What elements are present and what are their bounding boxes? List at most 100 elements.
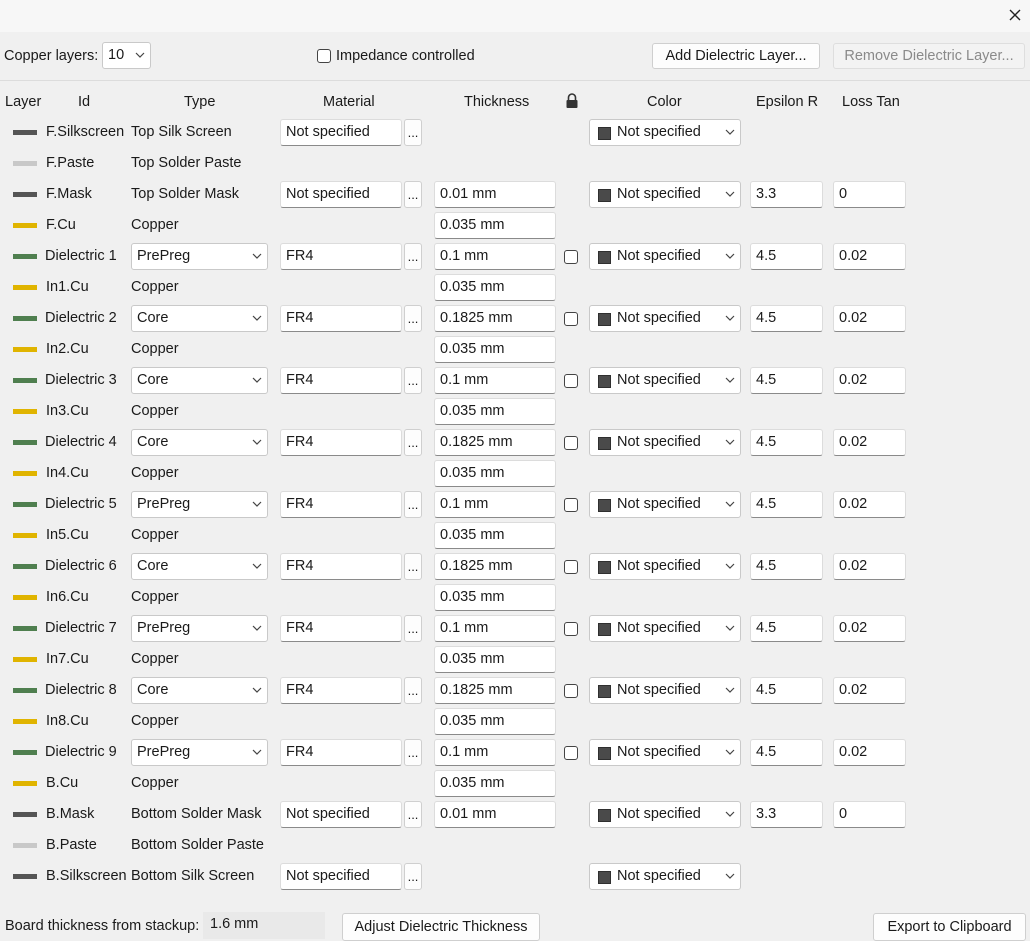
epsilon-r-field[interactable]: 3.3 [750, 801, 823, 828]
material-browse-button[interactable]: ... [404, 367, 422, 394]
epsilon-r-field[interactable]: 4.5 [750, 491, 823, 518]
color-select[interactable]: Not specified [589, 677, 741, 704]
thickness-field[interactable]: 0.035 mm [434, 274, 556, 301]
color-select[interactable]: Not specified [589, 801, 741, 828]
thickness-lock-checkbox[interactable] [564, 374, 578, 388]
thickness-field[interactable]: 0.035 mm [434, 646, 556, 673]
layer-type-select[interactable]: Core [131, 429, 268, 456]
loss-tan-field[interactable]: 0.02 [833, 305, 906, 332]
loss-tan-field[interactable]: 0 [833, 801, 906, 828]
material-browse-button[interactable]: ... [404, 429, 422, 456]
thickness-field[interactable]: 0.035 mm [434, 770, 556, 797]
material-browse-button[interactable]: ... [404, 615, 422, 642]
epsilon-r-field[interactable]: 4.5 [750, 553, 823, 580]
material-browse-button[interactable]: ... [404, 739, 422, 766]
epsilon-r-field[interactable]: 3.3 [750, 181, 823, 208]
epsilon-r-field[interactable]: 4.5 [750, 305, 823, 332]
material-browse-button[interactable]: ... [404, 305, 422, 332]
color-select[interactable]: Not specified [589, 553, 741, 580]
thickness-field[interactable]: 0.035 mm [434, 398, 556, 425]
material-field[interactable]: Not specified [280, 119, 402, 146]
thickness-field[interactable]: 0.1 mm [434, 739, 556, 766]
layer-type-select[interactable]: Core [131, 305, 268, 332]
color-select[interactable]: Not specified [589, 367, 741, 394]
color-select[interactable]: Not specified [589, 119, 741, 146]
material-field[interactable]: Not specified [280, 863, 402, 890]
material-field[interactable]: FR4 [280, 367, 402, 394]
loss-tan-field[interactable]: 0.02 [833, 553, 906, 580]
material-browse-button[interactable]: ... [404, 677, 422, 704]
epsilon-r-field[interactable]: 4.5 [750, 243, 823, 270]
material-field[interactable]: FR4 [280, 677, 402, 704]
epsilon-r-field[interactable]: 4.5 [750, 739, 823, 766]
loss-tan-field[interactable]: 0.02 [833, 677, 906, 704]
material-field[interactable]: FR4 [280, 305, 402, 332]
material-field[interactable]: FR4 [280, 429, 402, 456]
layer-type-select[interactable]: Core [131, 677, 268, 704]
layer-type-select[interactable]: PrePreg [131, 739, 268, 766]
thickness-field[interactable]: 0.1825 mm [434, 677, 556, 704]
loss-tan-field[interactable]: 0.02 [833, 615, 906, 642]
material-field[interactable]: FR4 [280, 243, 402, 270]
thickness-field[interactable]: 0.035 mm [434, 460, 556, 487]
material-browse-button[interactable]: ... [404, 491, 422, 518]
layer-type-select[interactable]: PrePreg [131, 243, 268, 270]
material-field[interactable]: FR4 [280, 491, 402, 518]
loss-tan-field[interactable]: 0.02 [833, 367, 906, 394]
epsilon-r-field[interactable]: 4.5 [750, 429, 823, 456]
layer-type-select[interactable]: Core [131, 367, 268, 394]
material-field[interactable]: FR4 [280, 553, 402, 580]
loss-tan-field[interactable]: 0.02 [833, 243, 906, 270]
thickness-field[interactable]: 0.035 mm [434, 522, 556, 549]
layer-type-select[interactable]: PrePreg [131, 491, 268, 518]
thickness-field[interactable]: 0.1 mm [434, 243, 556, 270]
color-select[interactable]: Not specified [589, 615, 741, 642]
layer-type-select[interactable]: PrePreg [131, 615, 268, 642]
loss-tan-field[interactable]: 0 [833, 181, 906, 208]
color-select[interactable]: Not specified [589, 305, 741, 332]
thickness-lock-checkbox[interactable] [564, 746, 578, 760]
add-dielectric-layer-button[interactable]: Add Dielectric Layer... [652, 43, 820, 69]
thickness-field[interactable]: 0.035 mm [434, 708, 556, 735]
thickness-field[interactable]: 0.035 mm [434, 212, 556, 239]
material-browse-button[interactable]: ... [404, 243, 422, 270]
epsilon-r-field[interactable]: 4.5 [750, 677, 823, 704]
color-select[interactable]: Not specified [589, 739, 741, 766]
material-field[interactable]: Not specified [280, 801, 402, 828]
material-browse-button[interactable]: ... [404, 119, 422, 146]
color-select[interactable]: Not specified [589, 491, 741, 518]
thickness-lock-checkbox[interactable] [564, 436, 578, 450]
thickness-lock-checkbox[interactable] [564, 498, 578, 512]
epsilon-r-field[interactable]: 4.5 [750, 615, 823, 642]
color-select[interactable]: Not specified [589, 243, 741, 270]
thickness-lock-checkbox[interactable] [564, 312, 578, 326]
material-browse-button[interactable]: ... [404, 553, 422, 580]
thickness-field[interactable]: 0.035 mm [434, 584, 556, 611]
copper-layers-select[interactable]: 10 [102, 42, 151, 69]
color-select[interactable]: Not specified [589, 181, 741, 208]
loss-tan-field[interactable]: 0.02 [833, 429, 906, 456]
material-field[interactable]: FR4 [280, 739, 402, 766]
epsilon-r-field[interactable]: 4.5 [750, 367, 823, 394]
thickness-field[interactable]: 0.1 mm [434, 367, 556, 394]
loss-tan-field[interactable]: 0.02 [833, 491, 906, 518]
thickness-field[interactable]: 0.1 mm [434, 491, 556, 518]
thickness-lock-checkbox[interactable] [564, 622, 578, 636]
remove-dielectric-layer-button[interactable]: Remove Dielectric Layer... [833, 43, 1025, 69]
impedance-controlled-checkbox[interactable] [317, 49, 331, 63]
thickness-field[interactable]: 0.1825 mm [434, 429, 556, 456]
color-select[interactable]: Not specified [589, 863, 741, 890]
thickness-field[interactable]: 0.01 mm [434, 181, 556, 208]
color-select[interactable]: Not specified [589, 429, 741, 456]
close-icon[interactable] [1003, 3, 1027, 27]
thickness-field[interactable]: 0.01 mm [434, 801, 556, 828]
thickness-field[interactable]: 0.1 mm [434, 615, 556, 642]
material-field[interactable]: FR4 [280, 615, 402, 642]
thickness-lock-checkbox[interactable] [564, 684, 578, 698]
material-browse-button[interactable]: ... [404, 181, 422, 208]
material-browse-button[interactable]: ... [404, 801, 422, 828]
thickness-lock-checkbox[interactable] [564, 560, 578, 574]
thickness-field[interactable]: 0.1825 mm [434, 553, 556, 580]
thickness-field[interactable]: 0.1825 mm [434, 305, 556, 332]
thickness-field[interactable]: 0.035 mm [434, 336, 556, 363]
